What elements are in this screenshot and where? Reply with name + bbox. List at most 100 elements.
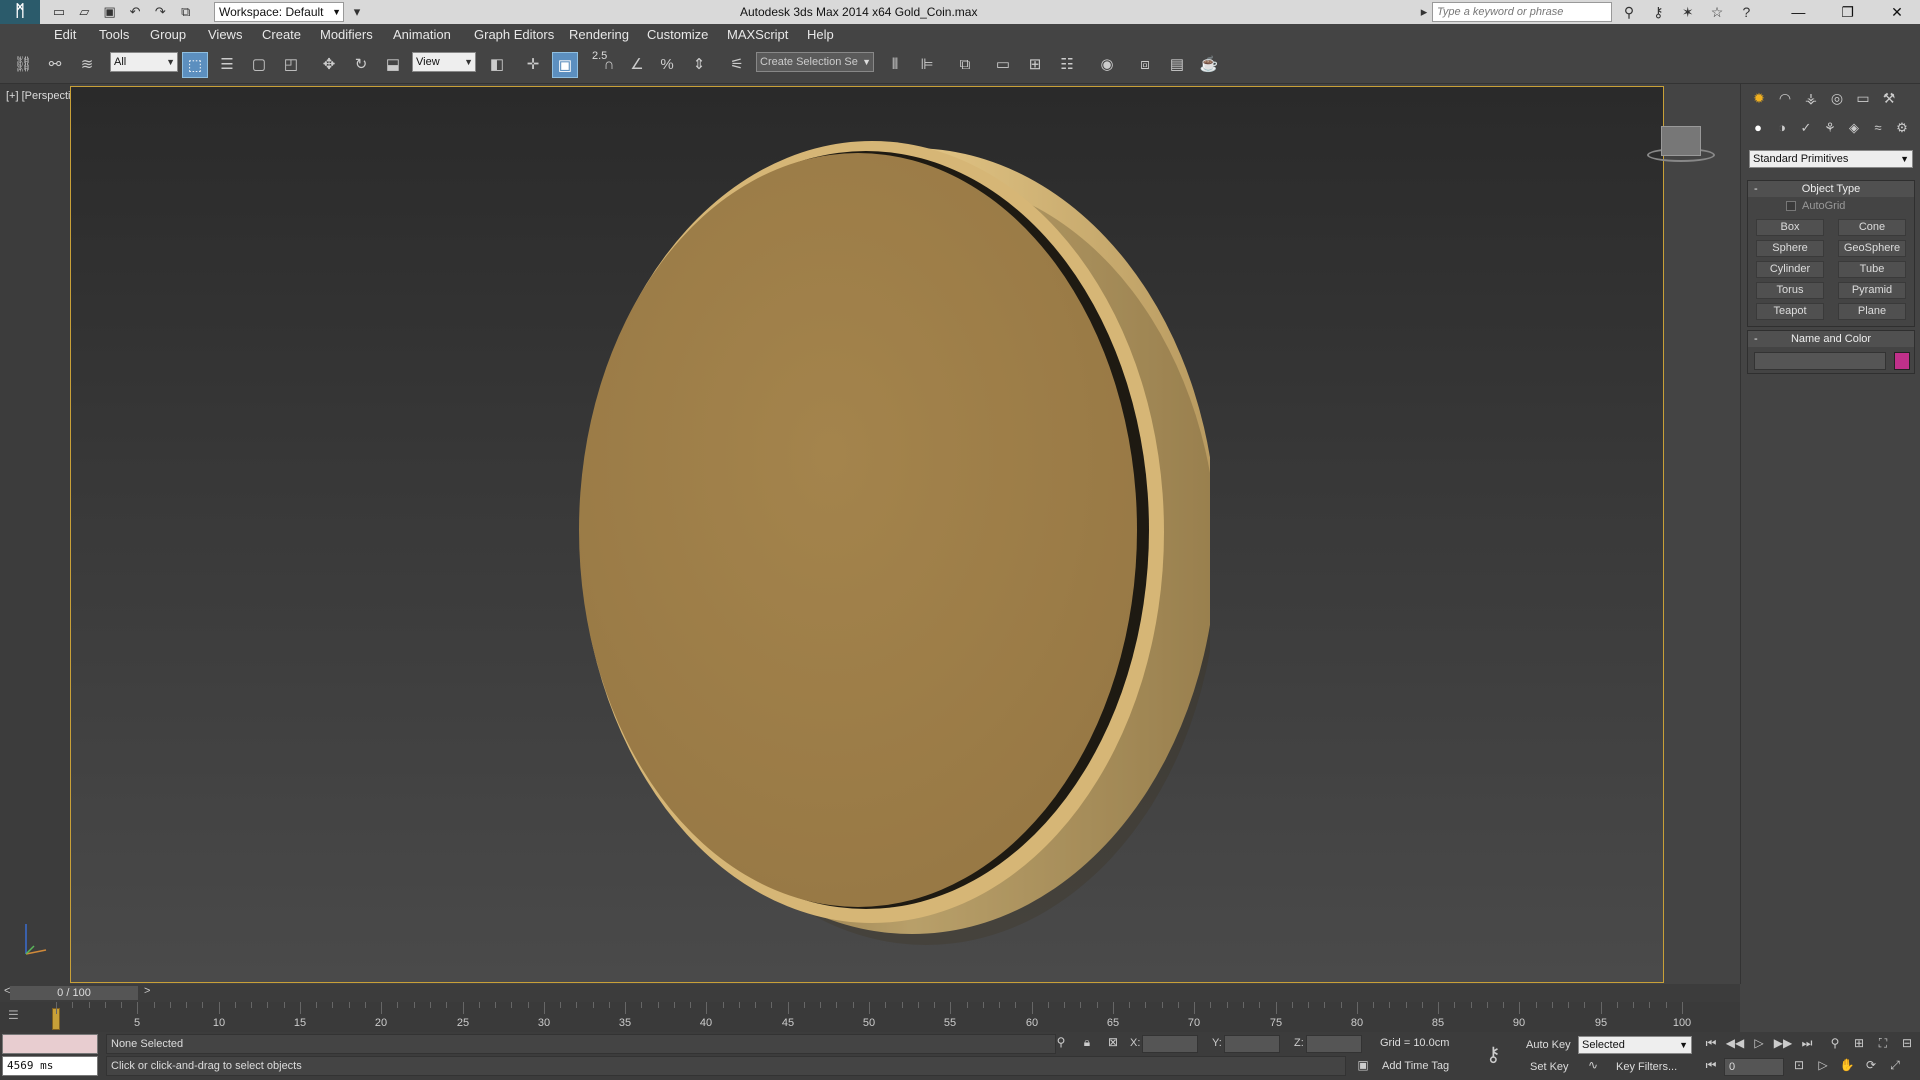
z-coord-field[interactable] bbox=[1306, 1035, 1362, 1053]
named-selection-set-dropdown[interactable]: Create Selection Se ▼ bbox=[756, 52, 874, 72]
box-button[interactable]: Box bbox=[1756, 219, 1824, 236]
go-to-start-icon[interactable]: ⏮ bbox=[1700, 1036, 1722, 1054]
undo-icon[interactable]: ↶ bbox=[124, 2, 146, 22]
plane-button[interactable]: Plane bbox=[1838, 303, 1906, 320]
menu-edit[interactable]: Edit bbox=[54, 27, 76, 42]
binoculars-icon[interactable]: ⚲ bbox=[1616, 2, 1642, 22]
isolate-selection-icon[interactable]: ⚲ bbox=[1052, 1035, 1070, 1053]
selection-lock-icon[interactable]: 🔒︎ bbox=[1078, 1035, 1096, 1053]
edit-named-selection-icon[interactable]: ⚟ bbox=[724, 52, 750, 78]
field-of-view-icon[interactable]: ▷ bbox=[1812, 1058, 1834, 1076]
viewcube[interactable] bbox=[1645, 118, 1717, 168]
search-input[interactable]: Type a keyword or phrase bbox=[1432, 2, 1612, 22]
mini-curve-editor-icon[interactable]: ☰ bbox=[8, 1008, 30, 1026]
open-file-icon[interactable]: ▱ bbox=[73, 2, 95, 22]
object-color-swatch[interactable] bbox=[1894, 352, 1910, 370]
cameras-icon[interactable]: ⚘ bbox=[1819, 120, 1841, 136]
layer-manager-icon[interactable]: ⧉ bbox=[952, 52, 978, 78]
select-by-name-icon[interactable]: ☰ bbox=[214, 52, 240, 78]
pyramid-button[interactable]: Pyramid bbox=[1838, 282, 1906, 299]
percent-snap-icon[interactable]: % bbox=[654, 52, 680, 78]
default-in-out-tangent-icon[interactable]: ∿ bbox=[1584, 1058, 1602, 1076]
viewcube-cube-icon[interactable] bbox=[1661, 126, 1701, 156]
geometry-icon[interactable]: ● bbox=[1747, 120, 1769, 135]
curve-editor-icon[interactable]: ⊞ bbox=[1022, 52, 1048, 78]
primitive-category-dropdown[interactable]: Standard Primitives ▼ bbox=[1749, 150, 1913, 168]
new-file-icon[interactable]: ▭ bbox=[48, 2, 70, 22]
redo-icon[interactable]: ↷ bbox=[149, 2, 171, 22]
pan-view-icon[interactable]: ✋ bbox=[1836, 1058, 1858, 1076]
window-crossing-icon[interactable]: ◰ bbox=[278, 52, 304, 78]
display-tab-icon[interactable]: ▭ bbox=[1851, 90, 1875, 110]
key-filters-button[interactable]: Key Filters... bbox=[1616, 1058, 1677, 1076]
auto-key-button[interactable]: Auto Key bbox=[1526, 1036, 1578, 1054]
time-slider[interactable]: < 0 / 100 > bbox=[0, 984, 1740, 1002]
torus-button[interactable]: Torus bbox=[1756, 282, 1824, 299]
orbit-icon[interactable]: ⟳ bbox=[1860, 1058, 1882, 1076]
material-editor-icon[interactable]: ◉ bbox=[1094, 52, 1120, 78]
object-type-rollout-header[interactable]: - Object Type bbox=[1748, 181, 1914, 197]
absolute-relative-toggle-icon[interactable]: ⊠ bbox=[1104, 1035, 1122, 1053]
time-tag-icon[interactable]: ▣ bbox=[1354, 1058, 1372, 1076]
utilities-tab-icon[interactable]: ⚒ bbox=[1877, 90, 1901, 110]
systems-icon[interactable]: ⚙ bbox=[1891, 120, 1913, 136]
workspace-selector[interactable]: Workspace: Default ▼ bbox=[214, 2, 344, 22]
motion-tab-icon[interactable]: ◎ bbox=[1825, 90, 1849, 110]
teapot-button[interactable]: Teapot bbox=[1756, 303, 1824, 320]
x-coord-field[interactable] bbox=[1142, 1035, 1198, 1053]
play-icon[interactable]: ▷ bbox=[1748, 1036, 1770, 1054]
object-name-field[interactable] bbox=[1754, 352, 1886, 370]
menu-create[interactable]: Create bbox=[262, 27, 301, 42]
render-time-box[interactable]: 4569 ms bbox=[2, 1056, 98, 1076]
geosphere-button[interactable]: GeoSphere bbox=[1838, 240, 1906, 257]
zoom-extents-all-icon[interactable]: ⊟ bbox=[1896, 1036, 1918, 1054]
scale-icon[interactable]: ⬓ bbox=[380, 52, 406, 78]
spinner-snap-icon[interactable]: ⇕ bbox=[686, 52, 712, 78]
maxscript-listener-box[interactable] bbox=[2, 1034, 98, 1054]
rectangular-selection-icon[interactable]: ▢ bbox=[246, 52, 272, 78]
time-slider-next[interactable]: > bbox=[144, 985, 150, 997]
menu-animation[interactable]: Animation bbox=[393, 27, 451, 42]
create-tab-icon[interactable]: ✹ bbox=[1747, 90, 1771, 110]
render-setup-icon[interactable]: ⧈ bbox=[1132, 52, 1158, 78]
modify-tab-icon[interactable]: ◠ bbox=[1773, 90, 1797, 110]
snaps-toggle-icon[interactable]: ∩ bbox=[596, 52, 622, 78]
name-and-color-rollout-header[interactable]: - Name and Color bbox=[1748, 331, 1914, 347]
cylinder-button[interactable]: Cylinder bbox=[1756, 261, 1824, 278]
set-key-mode-icon[interactable]: ⚷ bbox=[1486, 1042, 1501, 1067]
lights-icon[interactable]: ✓ bbox=[1795, 120, 1817, 136]
restore-icon[interactable]: ❐ bbox=[1825, 0, 1871, 24]
hierarchy-tab-icon[interactable]: ⚶ bbox=[1799, 90, 1823, 110]
bind-space-warp-icon[interactable]: ≋ bbox=[74, 52, 100, 78]
set-key-button[interactable]: Set Key bbox=[1530, 1058, 1569, 1076]
autogrid-checkbox[interactable] bbox=[1786, 201, 1796, 211]
time-configuration-icon[interactable]: ⊡ bbox=[1788, 1058, 1810, 1076]
close-icon[interactable]: ✕ bbox=[1874, 0, 1920, 24]
add-time-tag[interactable]: Add Time Tag bbox=[1382, 1060, 1449, 1072]
track-bar[interactable]: ☰ 5 10 15 20 25 30 35 40 45 50 55 60 65 70 75 80 85 90 95 1… bbox=[0, 1002, 1740, 1032]
unlink-icon[interactable]: ⚯ bbox=[42, 52, 68, 78]
mirror-icon[interactable]: ⫴ bbox=[882, 52, 908, 78]
favorites-star-icon[interactable]: ☆ bbox=[1704, 2, 1730, 22]
menu-group[interactable]: Group bbox=[150, 27, 186, 42]
shapes-icon[interactable]: ◑ bbox=[1771, 120, 1793, 135]
angle-snap-icon[interactable]: ∠ bbox=[624, 52, 650, 78]
autogrid-option[interactable]: AutoGrid bbox=[1748, 197, 1914, 215]
render-production-icon[interactable]: ☕ bbox=[1196, 52, 1222, 78]
save-file-icon[interactable]: ▣ bbox=[99, 2, 121, 22]
space-warps-icon[interactable]: ≈ bbox=[1867, 120, 1889, 135]
menu-help[interactable]: Help bbox=[807, 27, 834, 42]
helpers-icon[interactable]: ◈ bbox=[1843, 120, 1865, 136]
reference-coordinate-dropdown[interactable]: View ▼ bbox=[412, 52, 476, 72]
maximize-viewport-icon[interactable]: ⤢ bbox=[1884, 1058, 1906, 1076]
rotate-icon[interactable]: ↻ bbox=[348, 52, 374, 78]
go-to-end-icon[interactable]: ⏭ bbox=[1796, 1036, 1818, 1054]
previous-frame-icon[interactable]: ◀◀ bbox=[1724, 1036, 1746, 1054]
menu-rendering[interactable]: Rendering bbox=[569, 27, 629, 42]
key-mode-toggle-icon[interactable]: ⏮ bbox=[1700, 1058, 1722, 1076]
search-expand-icon[interactable]: ▸ bbox=[1418, 2, 1430, 22]
communication-icon[interactable]: ✶ bbox=[1675, 2, 1701, 22]
minimize-icon[interactable]: — bbox=[1775, 0, 1821, 24]
next-frame-icon[interactable]: ▶▶ bbox=[1772, 1036, 1794, 1054]
select-object-icon[interactable]: ⬚ bbox=[182, 52, 208, 78]
